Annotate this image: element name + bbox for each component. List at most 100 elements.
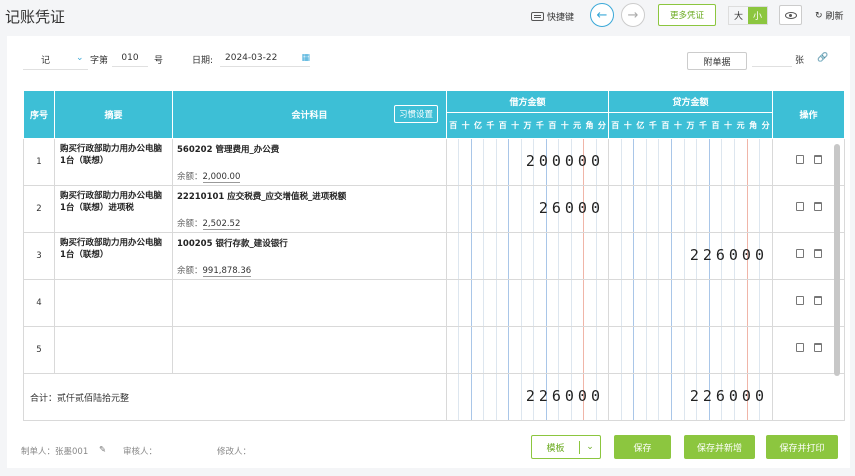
shortcut-button[interactable]: 快捷键	[531, 10, 574, 23]
copy-icon[interactable]	[795, 343, 804, 352]
copy-icon[interactable]	[795, 296, 804, 305]
col-debit: 借方金额	[446, 90, 609, 113]
unit-label: 分	[761, 121, 770, 130]
save-button[interactable]: 保存	[614, 435, 671, 459]
table-row[interactable]: 4	[23, 279, 845, 327]
debit-cell[interactable]: 26000	[446, 185, 609, 233]
credit-cell[interactable]	[608, 138, 773, 186]
date-value: 2024-03-22	[225, 53, 278, 63]
chevron-down-icon: ⌄	[76, 53, 84, 63]
summary-cell[interactable]: 购买行政部助力用办公电脑1台（联想）	[54, 138, 173, 186]
summary-cell[interactable]: 购买行政部助力用办公电脑1台（联想）	[54, 232, 173, 280]
copy-icon[interactable]	[795, 155, 804, 164]
trash-icon[interactable]	[813, 249, 822, 258]
refresh-label: 刷新	[825, 12, 844, 22]
balance-label: 余额：	[177, 219, 203, 229]
total-debit: 226000	[525, 387, 604, 405]
debit-cell[interactable]	[446, 279, 609, 327]
habit-settings-button[interactable]: 习惯设置	[393, 105, 438, 123]
table-row[interactable]: 3 购买行政部助力用办公电脑1台（联想） 100205 银行存款_建设银行 余额：99…	[23, 232, 845, 280]
refresh-button[interactable]: ↻ 刷新	[815, 9, 844, 23]
balance-label: 余额：	[177, 172, 203, 182]
col-ops: 操作	[772, 90, 845, 139]
auditor-label: 审核人：	[123, 447, 158, 457]
eye-icon	[784, 11, 797, 19]
voucher-table: 序号 摘要 会计科目 习惯设置 借方金额 贷方金额 操作 百十亿千百十万千百十元…	[23, 90, 845, 421]
size-toggle: 大 小	[728, 6, 768, 25]
account-cell[interactable]: 100205 银行存款_建设银行 余额：991,878.36	[172, 232, 447, 280]
row-seq: 5	[23, 326, 55, 374]
refresh-icon: ↻	[815, 10, 823, 21]
unit-label: 百	[711, 121, 720, 130]
copy-icon[interactable]	[795, 249, 804, 258]
voucher-number-input[interactable]: 010	[112, 53, 148, 67]
total-row: 合计：贰仟贰佰陆拾元整 226000 226000	[23, 373, 845, 421]
row-seq: 2	[23, 185, 55, 233]
credit-cell[interactable]	[608, 326, 773, 374]
chevron-down-icon[interactable]: ⌄	[580, 442, 600, 452]
amount-grid	[447, 327, 608, 373]
credit-cell[interactable]: 226000	[608, 232, 773, 280]
unit-label: 元	[573, 121, 582, 130]
link-icon[interactable]: 🔗	[817, 53, 828, 63]
next-voucher-button[interactable]: →	[621, 3, 645, 27]
attach-count-input[interactable]	[752, 53, 792, 67]
voucher-card: 记 ⌄ 字第 010 号 日期: 2024-03-22 ▦ 附单据 张 🔗 序号…	[7, 36, 850, 468]
unit-label: 千	[535, 121, 544, 130]
trash-icon[interactable]	[813, 155, 822, 164]
size-small-button[interactable]: 小	[748, 7, 767, 24]
table-row[interactable]: 2 购买行政部助力用办公电脑1台（联想）进项税 22210101 应交税费_应交增值…	[23, 185, 845, 233]
size-large-button[interactable]: 大	[729, 7, 748, 24]
account-cell[interactable]	[172, 326, 447, 374]
unit-label: 十	[511, 121, 520, 130]
amount-grid	[609, 186, 772, 232]
debit-cell[interactable]: 200000	[446, 138, 609, 186]
summary-cell[interactable]	[54, 326, 173, 374]
more-vouchers-button[interactable]: 更多凭证	[658, 4, 716, 26]
account-cell[interactable]: 560202 管理费用_办公费 余额：2,000.00	[172, 138, 447, 186]
save-new-button[interactable]: 保存并新增	[684, 435, 755, 459]
credit-cell[interactable]	[608, 185, 773, 233]
amount-grid	[609, 139, 772, 185]
account-cell[interactable]	[172, 279, 447, 327]
template-button[interactable]: 模板 ⌄	[531, 435, 601, 459]
trash-icon[interactable]	[813, 202, 822, 211]
unit-label: 百	[661, 121, 670, 130]
debit-cell[interactable]	[446, 326, 609, 374]
account-cell[interactable]: 22210101 应交税费_应交增值税_进项税额 余额：2,502.52	[172, 185, 447, 233]
trash-icon[interactable]	[813, 296, 822, 305]
balance: 余额：991,878.36	[177, 264, 252, 277]
table-row[interactable]: 1 购买行政部助力用办公电脑1台（联想） 560202 管理费用_办公费 余额：2,0…	[23, 138, 845, 186]
debit-cell[interactable]	[446, 232, 609, 280]
col-credit: 贷方金额	[608, 90, 773, 113]
unit-label: 分	[597, 121, 606, 130]
voucher-type-value: 记	[41, 56, 51, 66]
balance-label: 余额：	[177, 266, 203, 276]
credit-cell[interactable]	[608, 279, 773, 327]
balance-value: 2,000.00	[202, 172, 241, 183]
preview-button[interactable]	[779, 5, 802, 25]
attach-unit: 张	[795, 56, 805, 66]
shortcut-label: 快捷键	[547, 13, 575, 23]
col-account-label: 会计科目	[291, 111, 328, 121]
row-seq: 1	[23, 138, 55, 186]
edit-icon[interactable]: ✎	[99, 445, 106, 455]
copy-icon[interactable]	[795, 202, 804, 211]
account-name	[173, 327, 446, 331]
voucher-type-select[interactable]: 记 ⌄	[23, 53, 88, 70]
calendar-icon[interactable]: ▦	[301, 53, 310, 63]
arrow-right-icon: →	[627, 7, 639, 23]
attach-documents-button[interactable]: 附单据	[687, 52, 747, 70]
credit-units: 百十亿千百十万千百十元角分	[609, 120, 772, 131]
summary-cell[interactable]: 购买行政部助力用办公电脑1台（联想）进项税	[54, 185, 173, 233]
scrollbar[interactable]	[834, 144, 840, 376]
date-input[interactable]: 2024-03-22 ▦	[220, 53, 310, 67]
save-print-button[interactable]: 保存并打印	[766, 435, 838, 459]
credit-amount: 226000	[689, 246, 768, 264]
keyboard-icon	[531, 12, 544, 21]
trash-icon[interactable]	[813, 343, 822, 352]
unit-label: 十	[461, 121, 470, 130]
prev-voucher-button[interactable]: ←	[590, 3, 614, 27]
summary-cell[interactable]	[54, 279, 173, 327]
table-row[interactable]: 5	[23, 326, 845, 374]
